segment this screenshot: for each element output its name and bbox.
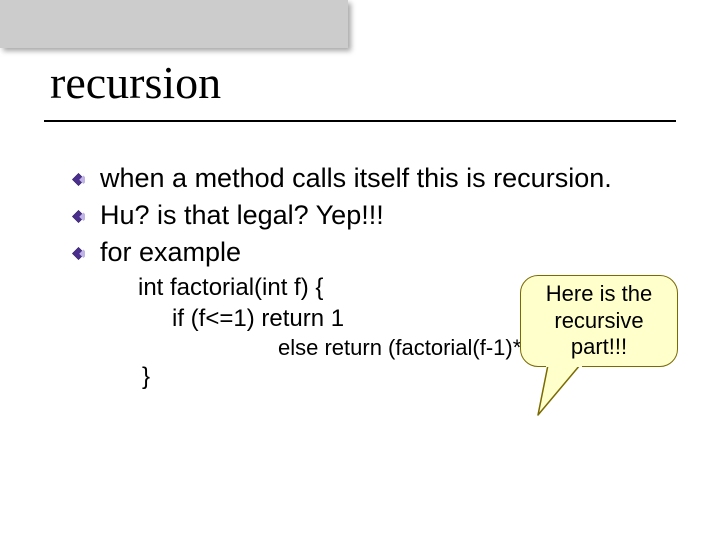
bullet-item-1: when a method calls itself this is recur…: [100, 162, 680, 195]
bullet-item-3: for example: [100, 236, 680, 269]
diamond-bullet-icon: [72, 210, 85, 223]
callout-text: Here is the recursive part!!!: [529, 281, 669, 360]
speech-callout: Here is the recursive part!!!: [520, 275, 678, 375]
bullet-text: for example: [100, 237, 241, 267]
diamond-bullet-icon: [72, 247, 85, 260]
callout-box: Here is the recursive part!!!: [520, 275, 678, 367]
slide-title: recursion: [50, 56, 221, 109]
top-gray-bar: [0, 0, 348, 48]
title-underline: [44, 120, 676, 122]
bullet-item-2: Hu? is that legal? Yep!!!: [100, 199, 680, 232]
diamond-bullet-icon: [72, 173, 85, 186]
slide: recursion when a method calls itself thi…: [0, 0, 720, 540]
bullet-text: when a method calls itself this is recur…: [100, 163, 612, 193]
callout-tail-icon: [534, 361, 594, 419]
bullet-text: Hu? is that legal? Yep!!!: [100, 200, 384, 230]
